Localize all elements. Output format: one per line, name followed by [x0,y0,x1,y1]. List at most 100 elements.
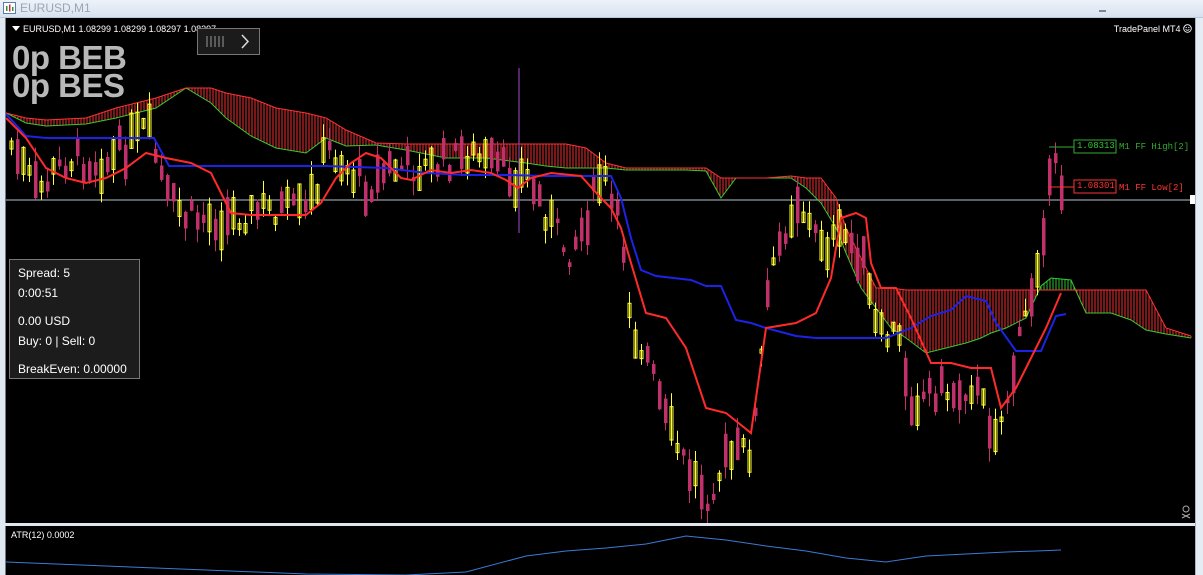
candle-bear [562,247,566,252]
candle-bear [82,163,86,184]
candle-bear [490,137,494,169]
tenkan-line [6,117,1062,435]
ichimoku-cloud [6,87,1192,354]
candle-bear [1054,153,1058,164]
price-chart-canvas[interactable] [6,18,1196,523]
candle-bear [202,214,206,223]
candle-bear [736,427,740,461]
candle-bear [442,138,446,160]
candle-bear [928,377,932,394]
skull-icon [1181,505,1191,519]
candle-bear [850,232,854,254]
candle-bear [172,183,176,202]
candle-bear [958,380,962,411]
candle-bear [1042,218,1046,256]
candle-bear [502,147,506,167]
timer-text: 0:00:51 [18,286,59,300]
candle-bear [574,236,578,250]
candle-bear [1060,175,1064,211]
candle-bear [556,218,560,224]
candle-bear [304,200,308,213]
candlesticks [9,68,1064,523]
candle-bear [712,493,716,501]
candle-bear [454,142,458,151]
candle-bear [532,178,536,205]
candle-bear [796,186,800,224]
candle-bear [856,247,860,281]
spread-text: Spread: 5 [18,266,71,280]
panel-toggle-button[interactable] [197,28,260,55]
candle-bear [94,162,98,176]
candle-bear [784,233,788,244]
chevron-down-icon[interactable] [12,26,20,31]
kijun-line [6,113,1067,352]
candle-bear [406,146,410,166]
app-icon [3,2,16,14]
orders-text: Buy: 0 | Sell: 0 [18,334,96,348]
tradepanel-label: TradePanel MT4 [1114,24,1192,34]
candle-bear [1030,278,1034,317]
candle-bear [538,184,542,207]
candle-bear [664,398,668,424]
price-chart[interactable]: EURUSD,M1 1.08299 1.08299 1.08297 1.0829… [5,18,1197,523]
breakeven-text: BreakEven: 0.00000 [18,362,127,376]
candle-bear [184,211,188,229]
candle-bear [910,396,914,426]
candle-bear [724,433,728,468]
candle-bear [166,175,170,201]
candle-bear [700,474,704,510]
ff-low-price: 1.08301 [1077,181,1115,191]
candle-bear [124,144,128,180]
pnl-text: 0.00 USD [18,314,71,328]
candle-bear [16,139,20,174]
candle-bear [862,236,866,268]
candle-bear [376,154,380,193]
candle-bear [382,163,386,184]
candle-bear [688,459,692,491]
candle-bear [622,246,626,263]
candle-bear [814,224,818,234]
smiley-icon [1183,24,1192,33]
candle-bear [190,200,194,211]
bes-label: 0p BES [12,67,125,104]
candle-bear [88,161,92,181]
candle-bear [460,136,464,169]
candle-bear [988,415,992,449]
candle-bear [214,218,218,241]
window-controls[interactable] [1067,0,1107,17]
candle-bear [952,382,956,409]
candle-bear [976,376,980,396]
candle-bear [616,200,620,216]
candle-bear [328,140,332,151]
ff-low-label: M1 FF Low[2] [1119,183,1184,193]
candle-bear [388,151,392,174]
candle-bear [1012,355,1016,394]
candle-bear [1018,326,1022,337]
candle-bear [904,357,908,397]
ff-high-label: M1 FF High[2] [1119,142,1190,152]
candle-bear [280,191,284,214]
span-b-line [6,87,1192,337]
candle-bear [76,137,80,157]
candle-bear [46,181,50,192]
atr-subwindow[interactable]: ATR(12) 0.0002 [5,526,1197,575]
right-scroll-strip[interactable] [1195,18,1203,575]
candle-bear [658,381,662,410]
candle-bear [580,217,584,242]
candle-bear [160,165,164,180]
span-a-line [6,87,1192,354]
candle-bear [364,181,368,216]
candle-bear [706,503,710,512]
candle-bear [682,449,686,456]
candle-bear [1048,158,1052,196]
candle-bear [568,262,572,268]
candle-bear [940,366,944,394]
ff-high-price: 1.08313 [1077,141,1115,151]
candle-bear [256,202,260,220]
trade-info-panel: Spread: 5 0:00:51 0.00 USD Buy: 0 | Sell… [9,259,140,379]
candle-bear [964,394,968,402]
candle-bear [646,346,650,363]
window-title: EURUSD,M1 [20,1,91,15]
candle-bear [370,189,374,202]
candle-bear [652,364,656,374]
